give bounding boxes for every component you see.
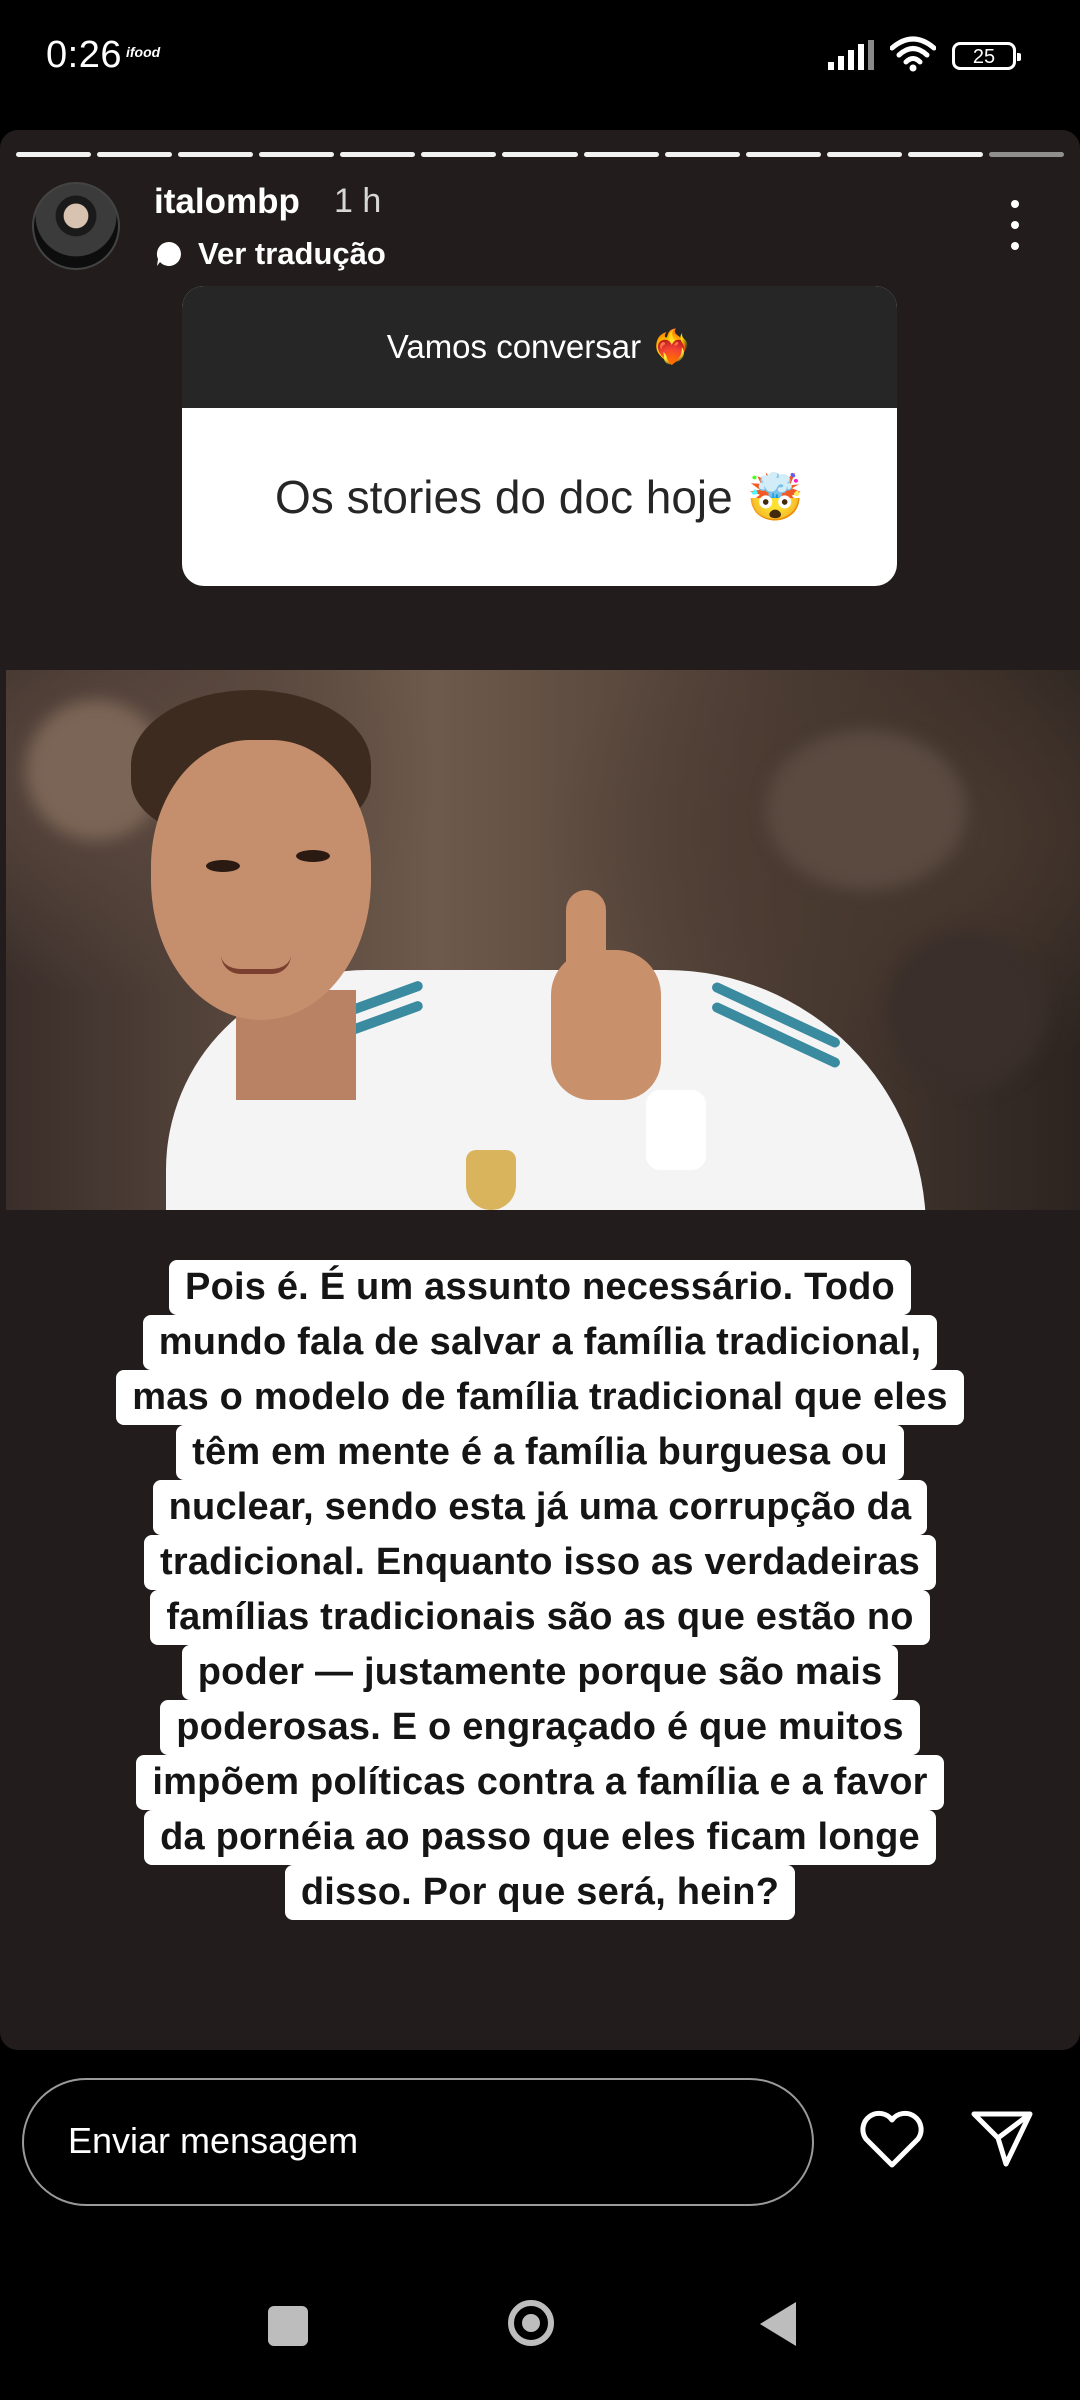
question-sticker-prompt: Vamos conversar ❤️‍🔥 [182, 286, 897, 408]
progress-segment [826, 152, 902, 157]
story-text-line: disso. Por que será, hein? [284, 1865, 796, 1920]
story-text-line: mundo fala de salvar a família tradicion… [142, 1315, 938, 1370]
send-icon[interactable] [970, 2108, 1034, 2168]
progress-segment [502, 152, 578, 157]
progress-segment [664, 152, 740, 157]
more-vertical-icon [1011, 200, 1019, 208]
exploding-head-emoji: 🤯 [746, 470, 804, 523]
system-navigation-bar [0, 2260, 1080, 2400]
translate-label: Ver tradução [198, 236, 386, 271]
more-options-button[interactable] [1000, 200, 1030, 250]
wifi-icon [890, 36, 936, 72]
story-text-line: poder — justamente porque são mais [181, 1645, 899, 1700]
progress-segment [583, 152, 659, 157]
question-sticker[interactable]: Vamos conversar ❤️‍🔥 Os stories do doc h… [182, 286, 897, 586]
question-prompt-text: Vamos conversar [386, 328, 642, 365]
progress-segment [988, 152, 1065, 157]
story-text-line: da pornéia ao passo que eles ficam longe [144, 1810, 936, 1865]
battery-level: 25 [972, 46, 996, 68]
status-bar: 0:26 ifood 25 [0, 0, 1080, 120]
avatar[interactable] [32, 182, 120, 270]
heart-on-fire-emoji: ❤️‍🔥 [651, 327, 693, 365]
message-input[interactable]: Enviar mensagem [22, 2078, 814, 2206]
home-button[interactable] [508, 2300, 554, 2346]
story-text-line: têm em mente é a família burguesa ou [176, 1425, 904, 1480]
message-placeholder: Enviar mensagem [68, 2120, 359, 2161]
progress-segment [907, 152, 983, 157]
story-text-line: tradicional. Enquanto isso as verdadeira… [144, 1535, 936, 1590]
progress-segment [16, 152, 92, 157]
progress-segment [340, 152, 416, 157]
story-text: Pois é. É um assunto necessário. Todo mun… [52, 1260, 1028, 1920]
story-timestamp: 1 h [334, 182, 382, 220]
story-text-line: Pois é. É um assunto necessário. Todo [169, 1260, 911, 1315]
question-sticker-answer: Os stories do doc hoje 🤯 [182, 408, 897, 586]
question-answer-text: Os stories do doc hoje [275, 471, 733, 523]
story-text-line: nuclear, sendo esta já uma corrupção da [152, 1480, 928, 1535]
heart-icon[interactable] [858, 2108, 926, 2170]
progress-segment [421, 152, 497, 157]
recent-apps-button[interactable] [268, 2306, 308, 2346]
story-text-line: poderosas. E o engraçado é que muitos [160, 1700, 920, 1755]
progress-segment [259, 152, 335, 157]
translate-bubble-icon [156, 241, 181, 266]
progress-segment [178, 152, 254, 157]
story-progress-bar [16, 152, 1065, 157]
ifood-notification-icon: ifood [126, 44, 161, 60]
battery-icon: 25 [952, 42, 1021, 70]
story-text-line: impõem políticas contra a família e a fa… [136, 1755, 944, 1810]
clock: 0:26 [46, 34, 122, 76]
story-username[interactable]: italombp [154, 182, 300, 222]
progress-segment [745, 152, 821, 157]
story-text-line: mas o modelo de família tradicional que … [116, 1370, 964, 1425]
football-player-photo [6, 670, 1080, 1210]
back-button[interactable] [760, 2302, 796, 2346]
story-viewer[interactable]: italombp 1 h Ver tradução Vamos conversa… [0, 130, 1080, 2050]
story-text-line: famílias tradicionais são as que estão n… [150, 1590, 930, 1645]
progress-segment [97, 152, 173, 157]
translate-button[interactable]: Ver tradução [154, 236, 386, 272]
signal-icon [828, 40, 874, 70]
